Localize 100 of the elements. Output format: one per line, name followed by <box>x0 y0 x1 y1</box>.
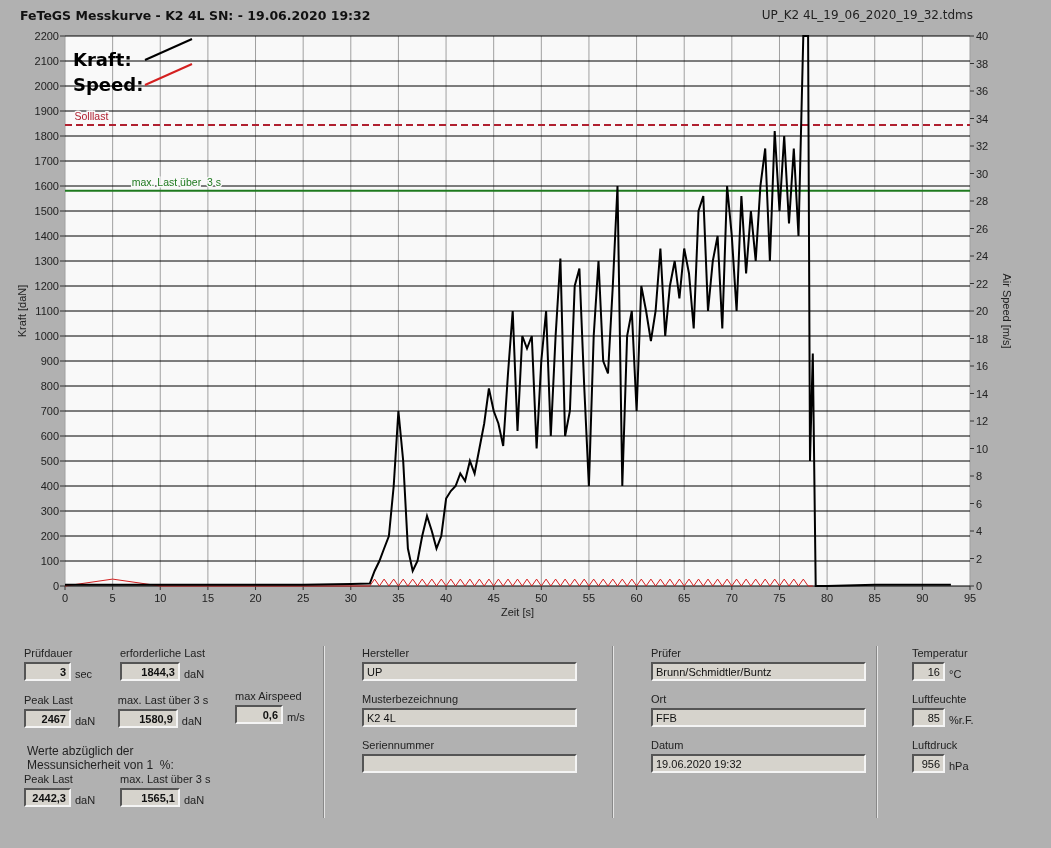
value-field: 1580,9 <box>117 709 178 728</box>
text-field[interactable]: Brunn/Schmidtler/Buntz <box>651 662 866 681</box>
right-tick-label: 0 <box>976 580 983 592</box>
field-label: Prüfer <box>651 646 682 660</box>
right-tick-label: 10 <box>976 442 989 455</box>
legend-label: Kraft: <box>73 49 132 70</box>
y-tick-label: 1400 <box>34 230 59 242</box>
y-tick-label: 1500 <box>34 205 59 217</box>
unit-label: hPa <box>949 759 969 773</box>
unit-label: m/s <box>287 710 305 724</box>
y-tick-label: 600 <box>40 430 59 442</box>
y-tick-label: 1600 <box>34 180 59 192</box>
field-label: Musterbezeichnung <box>362 692 459 706</box>
x-tick-label: 55 <box>582 592 596 604</box>
field-label: Luftfeuchte <box>912 692 968 706</box>
text-field[interactable]: 19.06.2020 19:32 <box>651 754 866 773</box>
y-tick-label: 1000 <box>34 330 59 342</box>
x-tick-label: 20 <box>249 592 262 604</box>
y-tick-label: 1900 <box>34 105 59 117</box>
right-tick-label: 4 <box>976 525 983 537</box>
y-tick-label: 800 <box>40 380 59 392</box>
unit-label: daN <box>75 793 96 807</box>
right-tick-label: 20 <box>976 305 989 317</box>
text-field[interactable]: FFB <box>651 708 866 727</box>
field-label: Peak Last <box>24 693 74 707</box>
unit-label: daN <box>181 714 202 728</box>
y-tick-label: 1300 <box>34 255 59 267</box>
right-tick-label: 6 <box>976 497 983 510</box>
value-field: 1844,3 <box>120 662 180 681</box>
value-field: 85 <box>912 708 945 727</box>
y-tick-label: 900 <box>40 355 59 367</box>
x-tick-label: 40 <box>439 592 453 604</box>
file-name: UP_K2 4L_19_06_2020_19_32.tdms <box>761 8 973 22</box>
x-tick-label: 35 <box>392 592 405 604</box>
y-tick-label: 200 <box>40 530 59 542</box>
reference-label: Solllast <box>74 109 109 122</box>
x-tick-label: 85 <box>868 592 881 604</box>
right-tick-label: 30 <box>976 167 989 180</box>
right-tick-label: 32 <box>976 140 989 152</box>
x-tick-label: 65 <box>678 592 691 604</box>
unit-label: daN <box>184 667 205 681</box>
unit-label: sec <box>75 667 93 681</box>
x-tick-label: 45 <box>487 592 500 604</box>
y-tick-label: 2100 <box>34 55 59 67</box>
field-label: erforderliche Last <box>120 646 206 660</box>
x-tick-label: 0 <box>61 592 69 604</box>
right-tick-label: 38 <box>976 57 989 70</box>
right-tick-label: 34 <box>976 112 989 125</box>
x-tick-label: 5 <box>109 592 116 604</box>
field-label: Datum <box>651 738 685 752</box>
right-tick-label: 2 <box>976 552 983 565</box>
right-tick-label: 12 <box>976 415 989 427</box>
x-axis-label: Zeit [s] <box>501 606 534 618</box>
field-label: max Airspeed <box>235 689 303 703</box>
text-field[interactable]: UP <box>362 662 577 681</box>
field-label: Seriennummer <box>362 738 436 752</box>
value-field: 16 <box>912 662 945 681</box>
y-tick-label: 1100 <box>35 305 59 317</box>
x-tick-label: 75 <box>773 592 786 604</box>
field-label: Peak Last <box>24 772 74 786</box>
x-tick-label: 60 <box>630 592 643 604</box>
y-tick-label: 2000 <box>34 80 59 92</box>
y-tick-label: 1800 <box>34 130 59 142</box>
right-tick-label: 8 <box>976 470 983 482</box>
field-label: Luftdruck <box>912 738 959 752</box>
text-field[interactable] <box>362 754 577 773</box>
y-tick-label: 100 <box>40 555 59 567</box>
right-tick-label: 24 <box>976 250 989 262</box>
field-label: Hersteller <box>362 646 411 660</box>
y-tick-label: 1700 <box>34 155 59 167</box>
reference-label: max. Last über 3 s <box>131 175 221 188</box>
field-label: max. Last über 3 s <box>120 772 212 786</box>
right-tick-label: 36 <box>976 85 989 97</box>
right-tick-label: 22 <box>976 277 989 290</box>
value-field: 2467 <box>24 709 71 728</box>
right-tick-label: 18 <box>976 332 989 345</box>
right-tick-label: 14 <box>976 387 989 400</box>
field-label: Prüfdauer <box>24 646 74 660</box>
y-tick-label: 0 <box>52 580 59 592</box>
y-axis-label: Kraft [daN] <box>16 284 28 338</box>
field-label: Temperatur <box>912 646 969 660</box>
chart-title: FeTeGS Messkurve - K2 4L SN: - 19.06.2020 19:32 <box>20 7 371 23</box>
right-tick-label: 16 <box>976 360 989 372</box>
y-tick-label: 300 <box>40 505 59 517</box>
x-tick-label: 25 <box>297 592 310 604</box>
x-tick-label: 10 <box>154 592 167 604</box>
y-tick-label: 500 <box>40 455 59 467</box>
unit-label: °C <box>949 667 962 681</box>
value-field: 0,6 <box>235 705 284 724</box>
x-tick-label: 50 <box>535 592 548 604</box>
right-axis-label: Air Speed [m/s] <box>1001 273 1013 349</box>
x-tick-label: 30 <box>344 592 357 604</box>
x-tick-label: 90 <box>916 592 929 604</box>
y-tick-label: 700 <box>40 405 59 417</box>
text-field[interactable]: K2 4L <box>362 708 577 727</box>
y-tick-label: 400 <box>40 480 59 492</box>
right-tick-label: 40 <box>976 30 989 42</box>
x-tick-label: 95 <box>963 592 977 604</box>
value-field: 3 <box>24 662 71 681</box>
value-field: 956 <box>912 754 945 773</box>
